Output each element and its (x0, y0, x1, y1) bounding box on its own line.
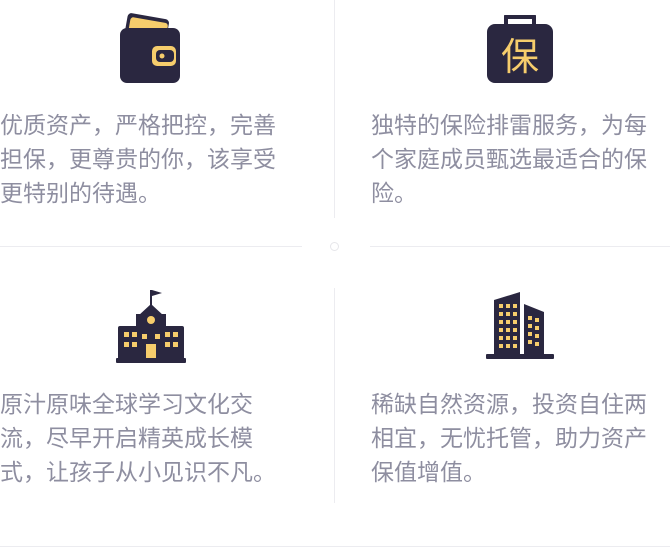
feature-grid: 优质资产，严格把控，完善 担保，更尊贵的你，该享受 更特别的待遇。 保 独特的保… (0, 0, 670, 548)
divider-vertical-bottom (334, 288, 335, 503)
school-building-icon (116, 288, 186, 364)
divider-horizontal-bottom (0, 546, 670, 547)
feature-card-insurance: 保 独特的保险排雷服务，为每 个家庭成员甄选最适合的保 险。 (336, 0, 670, 246)
svg-text:保: 保 (501, 35, 539, 79)
wallet-icon (118, 12, 184, 84)
feature-card-realestate: 稀缺自然资源，投资自住两 相宜，无忧托管，助力资产 保值增值。 (336, 250, 670, 546)
feature-description: 稀缺自然资源，投资自住两 相宜，无忧托管，助力资产 保值增值。 (371, 392, 647, 486)
divider-vertical-top (334, 0, 335, 218)
divider-horizontal-left (0, 246, 302, 247)
insurance-badge-icon: 保 (486, 14, 554, 84)
feature-description: 优质资产，严格把控，完善 担保，更尊贵的你，该享受 更特别的待遇。 (0, 113, 276, 207)
feature-card-education: 原汁原味全球学习文化交 流，尽早开启精英成长模 式，让孩子从小见识不凡。 (0, 250, 334, 546)
feature-description: 原汁原味全球学习文化交 流，尽早开启精英成长模 式，让孩子从小见识不凡。 (0, 392, 276, 486)
skyscraper-icon (486, 292, 554, 360)
feature-card-asset: 优质资产，严格把控，完善 担保，更尊贵的你，该享受 更特别的待遇。 (0, 0, 334, 246)
divider-horizontal-right (370, 246, 670, 247)
feature-description: 独特的保险排雷服务，为每 个家庭成员甄选最适合的保 险。 (371, 113, 647, 207)
